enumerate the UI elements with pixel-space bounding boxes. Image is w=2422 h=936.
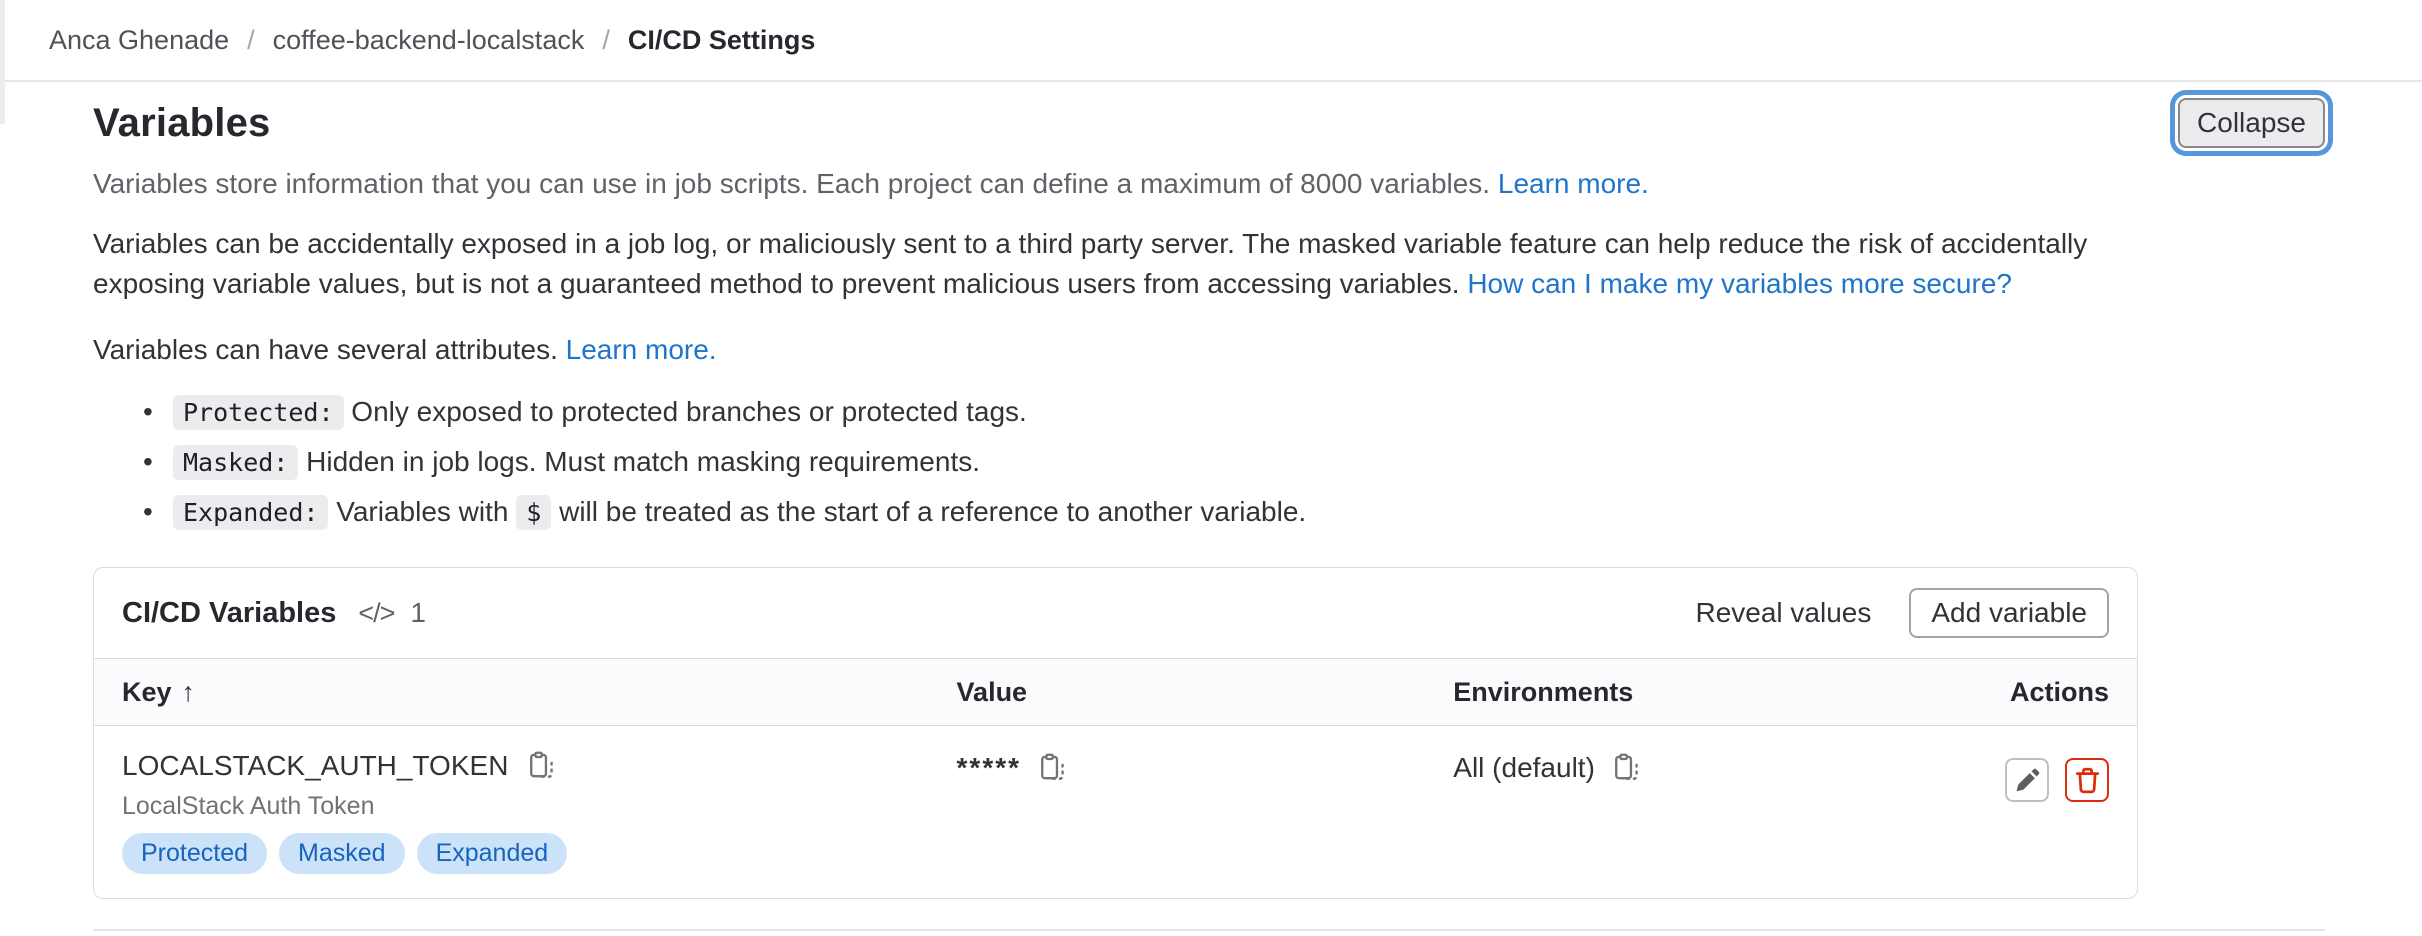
code-icon: </> <box>358 598 394 629</box>
badge-expanded[interactable]: Expanded <box>417 833 568 874</box>
variables-secure-link[interactable]: How can I make my variables more secure? <box>1467 268 2012 299</box>
variable-badges: Protected Masked Expanded <box>122 833 957 874</box>
sort-ascending-icon: ↑ <box>182 677 196 707</box>
variables-count: 1 <box>410 597 426 629</box>
attributes-list: Protected: Only exposed to protected bra… <box>93 392 2138 533</box>
edit-variable-button[interactable] <box>2005 758 2049 802</box>
attributes-learn-more-link[interactable]: Learn more. <box>566 334 717 365</box>
list-item-masked: Masked: Hidden in job logs. Must match m… <box>93 442 2138 483</box>
protected-description: Only exposed to protected branches or pr… <box>351 396 1027 427</box>
column-header-key[interactable]: Key↑ <box>122 677 957 708</box>
expanded-description-before: Variables with <box>336 496 508 527</box>
badge-protected[interactable]: Protected <box>122 833 267 874</box>
breadcrumb-separator: / <box>602 25 610 56</box>
masked-description: Hidden in job logs. Must match masking r… <box>306 446 980 477</box>
copy-to-clipboard-icon <box>1611 753 1642 784</box>
variables-warning-text: Variables can be accidentally exposed in… <box>93 224 2138 304</box>
breadcrumb-separator: / <box>247 25 255 56</box>
list-item-protected: Protected: Only exposed to protected bra… <box>93 392 2138 433</box>
delete-variable-button[interactable] <box>2065 758 2109 802</box>
variables-intro-text: Variables store information that you can… <box>93 166 2138 202</box>
variable-value-masked: ***** <box>957 752 1021 784</box>
card-title: CI/CD Variables <box>122 597 336 630</box>
variables-settings-section: Variables Collapse Variables store infor… <box>0 98 2422 931</box>
breadcrumb-user-link[interactable]: Anca Ghenade <box>49 25 229 56</box>
reveal-values-button[interactable]: Reveal values <box>1691 590 1875 636</box>
breadcrumb-bar: Anca Ghenade / coffee-backend-localstack… <box>0 0 2422 82</box>
expanded-code-chip: Expanded: <box>173 495 328 530</box>
add-variable-button[interactable]: Add variable <box>1909 588 2109 638</box>
variable-environments: All (default) <box>1453 752 1595 784</box>
expanded-description-after: will be treated as the start of a refere… <box>559 496 1306 527</box>
dollar-code-chip: $ <box>516 495 551 530</box>
badge-masked[interactable]: Masked <box>279 833 405 874</box>
collapse-button[interactable]: Collapse <box>2178 98 2325 148</box>
pencil-icon <box>2014 767 2041 794</box>
column-header-value: Value <box>957 677 1454 708</box>
masked-code-chip: Masked: <box>173 445 298 480</box>
protected-code-chip: Protected: <box>173 395 344 430</box>
copy-to-clipboard-icon <box>1037 753 1068 784</box>
copy-environment-button[interactable] <box>1611 753 1642 784</box>
list-item-expanded: Expanded: Variables with $ will be treat… <box>93 492 2138 533</box>
page-title: Variables <box>93 101 270 146</box>
breadcrumb-current-page: CI/CD Settings <box>628 25 816 56</box>
copy-value-button[interactable] <box>1037 753 1068 784</box>
breadcrumb: Anca Ghenade / coffee-backend-localstack… <box>49 25 815 56</box>
attributes-intro-text: Variables can have several attributes. <box>93 334 558 365</box>
variables-attributes-intro: Variables can have several attributes. L… <box>93 330 2138 370</box>
variable-description: LocalStack Auth Token <box>122 792 957 821</box>
table-row: LOCALSTACK_AUTH_TOKEN LocalStack Auth To… <box>94 726 2137 898</box>
sidebar-edge <box>0 0 5 124</box>
intro-text: Variables store information that you can… <box>93 168 1490 199</box>
column-header-actions: Actions <box>2010 677 2109 708</box>
table-header-row: Key↑ Value Environments Actions <box>94 658 2137 726</box>
cicd-variables-card: CI/CD Variables </> 1 Reveal values Add … <box>93 567 2138 899</box>
variable-key: LOCALSTACK_AUTH_TOKEN <box>122 750 508 782</box>
learn-more-link[interactable]: Learn more. <box>1498 168 1649 199</box>
column-header-environments: Environments <box>1453 677 2010 708</box>
copy-to-clipboard-icon <box>526 751 557 782</box>
trash-icon <box>2073 766 2102 795</box>
copy-key-button[interactable] <box>526 751 557 782</box>
breadcrumb-project-link[interactable]: coffee-backend-localstack <box>273 25 585 56</box>
next-section-divider <box>93 929 2325 931</box>
